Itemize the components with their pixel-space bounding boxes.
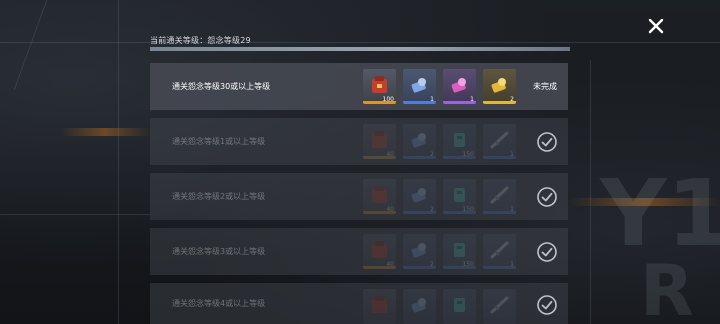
teal-module-icon [454, 133, 465, 147]
close-button[interactable] [645, 15, 667, 37]
row-label: 通关怨念等级1或以上等级 [172, 137, 266, 146]
reward-qty: 150 [462, 261, 474, 268]
completed-check-icon [537, 132, 557, 152]
reward-qty: 1 [510, 206, 514, 213]
completed-check-icon [537, 187, 557, 207]
reward-item-teal-module[interactable] [443, 289, 476, 324]
reward-row-level-1[interactable]: 通关怨念等级1或以上等级 40 2 150 1 [150, 118, 568, 165]
gold-gear-icon [491, 78, 506, 93]
weapon-icon [490, 241, 509, 259]
red-crate-icon [372, 241, 387, 258]
reward-qty: 40 [386, 206, 394, 213]
reward-item-weapon[interactable]: 1 [483, 124, 516, 159]
teal-module-icon [454, 298, 465, 312]
reward-qty: 2 [430, 151, 434, 158]
red-crate-icon [372, 131, 387, 148]
blue-gear-icon [411, 188, 426, 203]
reward-item-red-crate[interactable]: 40 [363, 234, 396, 269]
reward-qty: 40 [386, 261, 394, 268]
reward-item-red-crate[interactable]: 40 [363, 179, 396, 214]
blue-gear-icon [411, 298, 426, 313]
close-icon [648, 18, 664, 34]
reward-qty: 2 [510, 96, 514, 103]
reward-item-blue-gear[interactable]: 2 [403, 124, 436, 159]
completed-check-icon [537, 295, 557, 315]
completed-check-icon [537, 242, 557, 262]
teal-module-icon [454, 188, 465, 202]
weapon-icon [490, 296, 509, 314]
row-label: 通关怨念等级4或以上等级 [172, 299, 266, 308]
red-crate-icon [372, 296, 387, 313]
reward-item-red-crate[interactable] [363, 289, 396, 324]
reward-item-blue-gear[interactable]: 1 [403, 69, 436, 104]
blue-gear-icon [411, 133, 426, 148]
title-divider [150, 47, 570, 51]
reward-item-blue-gear[interactable]: 2 [403, 234, 436, 269]
reward-row-level-2[interactable]: 通关怨念等级2或以上等级 40 2 150 1 [150, 173, 568, 220]
blue-gear-icon [411, 243, 426, 258]
reward-item-purple-gear[interactable]: 1 [443, 69, 476, 104]
reward-item-teal-module[interactable]: 150 [443, 234, 476, 269]
reward-qty: 1 [510, 151, 514, 158]
reward-qty: 2 [430, 261, 434, 268]
reward-item-weapon[interactable]: 1 [483, 179, 516, 214]
reward-qty: 2 [430, 206, 434, 213]
red-crate-icon [372, 76, 387, 93]
status-incomplete: 未完成 [533, 82, 557, 91]
reward-item-red-crate[interactable]: 100 [363, 69, 396, 104]
reward-qty: 100 [382, 96, 394, 103]
reward-item-blue-gear[interactable]: 2 [403, 179, 436, 214]
reward-qty: 1 [470, 96, 474, 103]
reward-qty: 150 [462, 151, 474, 158]
blue-gear-icon [411, 78, 426, 93]
reward-item-red-crate[interactable]: 40 [363, 124, 396, 159]
reward-item-teal-module[interactable]: 150 [443, 124, 476, 159]
reward-qty: 40 [386, 151, 394, 158]
purple-gear-icon [451, 78, 466, 93]
reward-item-weapon[interactable] [483, 289, 516, 324]
row-label: 通关怨念等级2或以上等级 [172, 192, 266, 201]
reward-row-level-3[interactable]: 通关怨念等级3或以上等级 40 2 150 1 [150, 228, 568, 275]
weapon-icon [490, 131, 509, 149]
reward-row-level-30[interactable]: 通关怨念等级30或以上等级 100 1 1 2 未完成 [150, 63, 568, 110]
page-title: 当前通关等级：怨念等级29 [150, 36, 251, 45]
reward-row-level-4[interactable]: 通关怨念等级4或以上等级 [150, 283, 568, 324]
teal-module-icon [454, 243, 465, 257]
weapon-icon [490, 186, 509, 204]
reward-item-weapon[interactable]: 1 [483, 234, 516, 269]
reward-qty: 1 [510, 261, 514, 268]
reward-item-blue-gear[interactable] [403, 289, 436, 324]
reward-item-teal-module[interactable]: 150 [443, 179, 476, 214]
reward-item-gold-gear[interactable]: 2 [483, 69, 516, 104]
reward-qty: 1 [430, 96, 434, 103]
row-label: 通关怨念等级3或以上等级 [172, 247, 266, 256]
reward-qty: 150 [462, 206, 474, 213]
red-crate-icon [372, 186, 387, 203]
row-label: 通关怨念等级30或以上等级 [172, 82, 271, 91]
